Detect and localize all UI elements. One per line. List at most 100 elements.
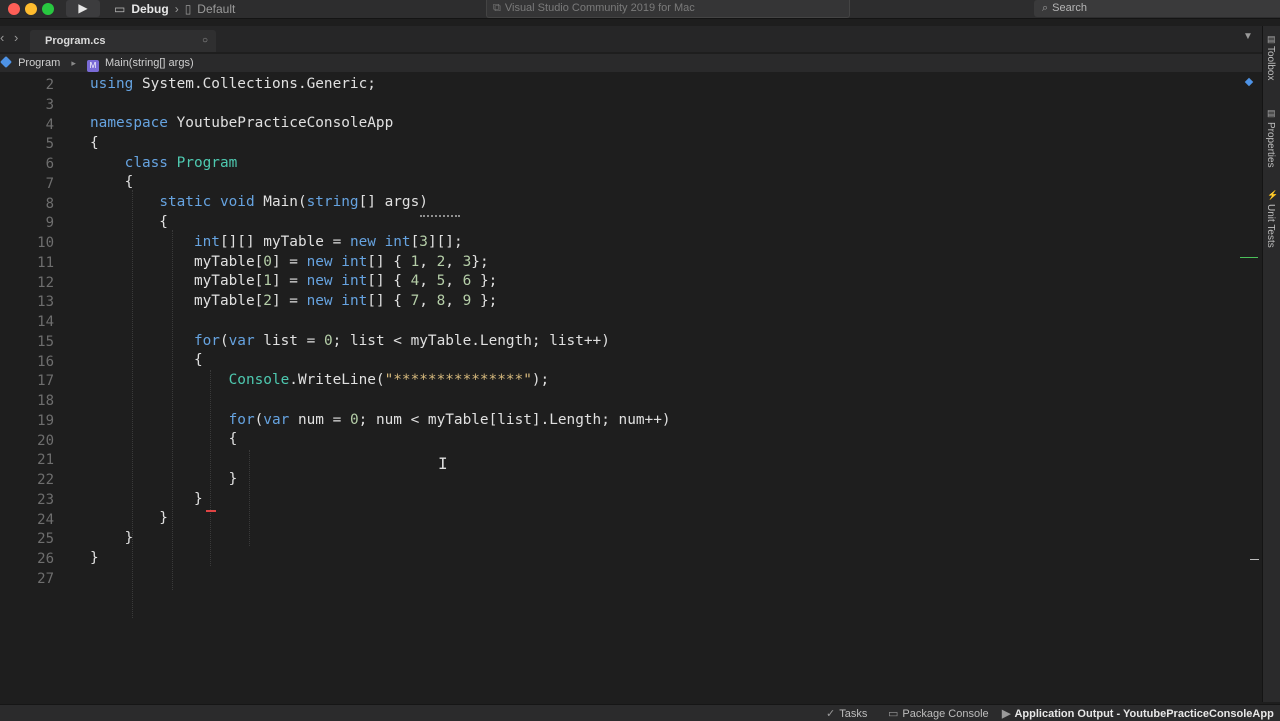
console-icon: ▭ xyxy=(888,708,899,720)
right-dock: ▤ Toolbox ▤ Properties ⚡ Unit Tests xyxy=(1262,26,1280,702)
line-number: 13 xyxy=(37,294,54,311)
search-placeholder: Search xyxy=(1052,2,1088,14)
line-number: 16 xyxy=(37,353,54,370)
line-number: 22 xyxy=(37,472,54,488)
chevron-left-icon[interactable]: ‹ xyxy=(0,30,4,45)
main-toolbar: ▶ ▭ Debug › ▯ Default ⧉ Visual Studio Com… xyxy=(0,0,1280,19)
scrollbar-change-marker xyxy=(1240,257,1258,258)
code-line-17: Console.WriteLine("***************"); xyxy=(228,372,550,388)
indent-guide xyxy=(210,370,212,566)
scrollbar-position-marker xyxy=(1250,559,1259,560)
line-number: 23 xyxy=(37,491,54,508)
config-separator: › xyxy=(174,1,179,16)
code-line-6: class Program xyxy=(124,155,238,171)
breadcrumb-main[interactable]: Main(string[] args) xyxy=(105,57,194,69)
code-line-7: { xyxy=(90,174,134,190)
code-line-16: { xyxy=(90,352,203,368)
tasks-pad[interactable]: ✓ Tasks xyxy=(826,707,867,720)
package-console-pad[interactable]: ▭ Package Console xyxy=(888,707,989,720)
code-line-24: } xyxy=(90,510,168,526)
chevron-right-icon[interactable]: › xyxy=(14,30,18,45)
tab-program-cs[interactable]: Program.cs ○ xyxy=(30,30,216,52)
code-line-12: myTable[1] = new int[] { 4, 5, 6 }; xyxy=(90,273,498,289)
window-icon: ▭ xyxy=(114,1,126,16)
line-number: 15 xyxy=(37,333,54,350)
configuration-selector[interactable]: ▭ Debug › ▯ Default xyxy=(114,0,235,18)
code-line-20: { xyxy=(90,431,238,447)
code-line-2: using System.Collections.Generic; xyxy=(90,76,376,92)
tab-label: Program.cs xyxy=(45,35,106,47)
line-number: 8 xyxy=(45,195,54,212)
chevron-down-icon[interactable]: ▼ xyxy=(1243,31,1253,42)
toolbox-icon: ▤ xyxy=(1267,34,1276,44)
bottom-pad-bar: ✓ Tasks ▭ Package Console ▶ Application Out… xyxy=(0,704,1280,721)
run-button[interactable]: ▶ xyxy=(66,0,100,17)
line-number: 25 xyxy=(37,531,54,548)
text-cursor-icon: I xyxy=(438,454,448,473)
line-number: 4 xyxy=(45,116,54,133)
code-line-11: myTable[0] = new int[] { 1, 2, 3}; xyxy=(90,254,489,270)
line-number: 17 xyxy=(37,373,54,390)
code-line-15: for(var list = 0; list < myTable.Length;… xyxy=(193,333,610,349)
breadcrumb-separator: ▸ xyxy=(71,58,76,68)
line-number: 19 xyxy=(37,412,54,429)
application-output-pad[interactable]: ▶ Application Output - YoutubePracticeCon… xyxy=(1002,707,1274,720)
play-icon: ▶ xyxy=(1002,708,1011,720)
indent-guide xyxy=(249,450,251,546)
line-number: 10 xyxy=(37,235,54,251)
search-icon: ⌕ xyxy=(1042,2,1049,14)
config-label: Debug xyxy=(131,1,169,16)
line-number: 5 xyxy=(45,136,54,153)
properties-icon: ▤ xyxy=(1267,108,1276,118)
class-icon xyxy=(0,56,12,68)
zoom-window-button[interactable] xyxy=(42,3,54,15)
properties-tab[interactable]: Properties xyxy=(1265,122,1276,168)
code-line-9: { xyxy=(90,214,168,230)
target-label: Default xyxy=(197,1,236,16)
error-underline xyxy=(206,510,216,512)
close-tab-icon[interactable]: ○ xyxy=(202,35,208,46)
unit-tests-tab[interactable]: Unit Tests xyxy=(1265,204,1276,248)
line-number: 3 xyxy=(45,96,54,113)
code-line-23: } xyxy=(90,491,203,507)
code-editor[interactable]: using System.Collections.Generic; namesp… xyxy=(0,74,1262,702)
unit-tests-icon: ⚡ xyxy=(1267,190,1279,200)
code-line-10: int[][] myTable = new int[3][]; xyxy=(193,234,463,250)
code-line-26: } xyxy=(90,550,99,566)
method-icon: M xyxy=(86,60,99,72)
line-numbers: 2 3 4 5 6 7 8 9 10 11 12 13 14 15 16 17 18 19 20 21 22 23 24 25… xyxy=(0,74,68,702)
code-line-25: } xyxy=(90,530,134,546)
close-window-button[interactable] xyxy=(8,3,20,15)
line-number: 12 xyxy=(37,274,54,291)
code-line-5: { xyxy=(90,135,99,151)
package-console-label: Package Console xyxy=(902,708,989,720)
line-number: 14 xyxy=(37,314,54,330)
code-line-13: myTable[2] = new int[] { 7, 8, 9 }; xyxy=(90,293,498,309)
line-number: 11 xyxy=(37,254,54,271)
line-number: 27 xyxy=(37,570,54,587)
document-tab-bar: ‹ › Program.cs ○ ▼ xyxy=(0,26,1262,52)
line-number: 21 xyxy=(37,452,54,469)
line-number: 20 xyxy=(37,432,54,449)
line-number: 18 xyxy=(37,393,54,409)
line-number: 26 xyxy=(37,551,54,567)
play-icon: ▶ xyxy=(78,1,88,15)
line-number: 6 xyxy=(45,156,54,172)
search-input[interactable]: ⌕ Search xyxy=(1034,0,1280,17)
toolbox-tab[interactable]: Toolbox xyxy=(1265,46,1276,80)
code-line-22: } xyxy=(90,471,238,487)
line-number: 2 xyxy=(45,77,54,93)
application-output-label: Application Output - YoutubePracticeCons… xyxy=(1014,708,1274,720)
checkmark-icon: ✓ xyxy=(826,708,836,720)
visual-studio-icon: ⧉ xyxy=(493,2,501,14)
status-bar: ⧉ Visual Studio Community 2019 for Mac xyxy=(486,0,850,18)
tasks-label: Tasks xyxy=(839,708,868,720)
breadcrumb-program[interactable]: Program xyxy=(18,57,60,69)
line-number: 9 xyxy=(45,215,54,232)
line-number: 24 xyxy=(37,511,54,528)
minimize-window-button[interactable] xyxy=(25,3,37,15)
code-line-4: namespace YoutubePracticeConsoleApp xyxy=(90,115,394,131)
device-icon: ▯ xyxy=(184,1,192,16)
warning-squiggle xyxy=(420,215,460,217)
line-number: 7 xyxy=(45,175,54,192)
